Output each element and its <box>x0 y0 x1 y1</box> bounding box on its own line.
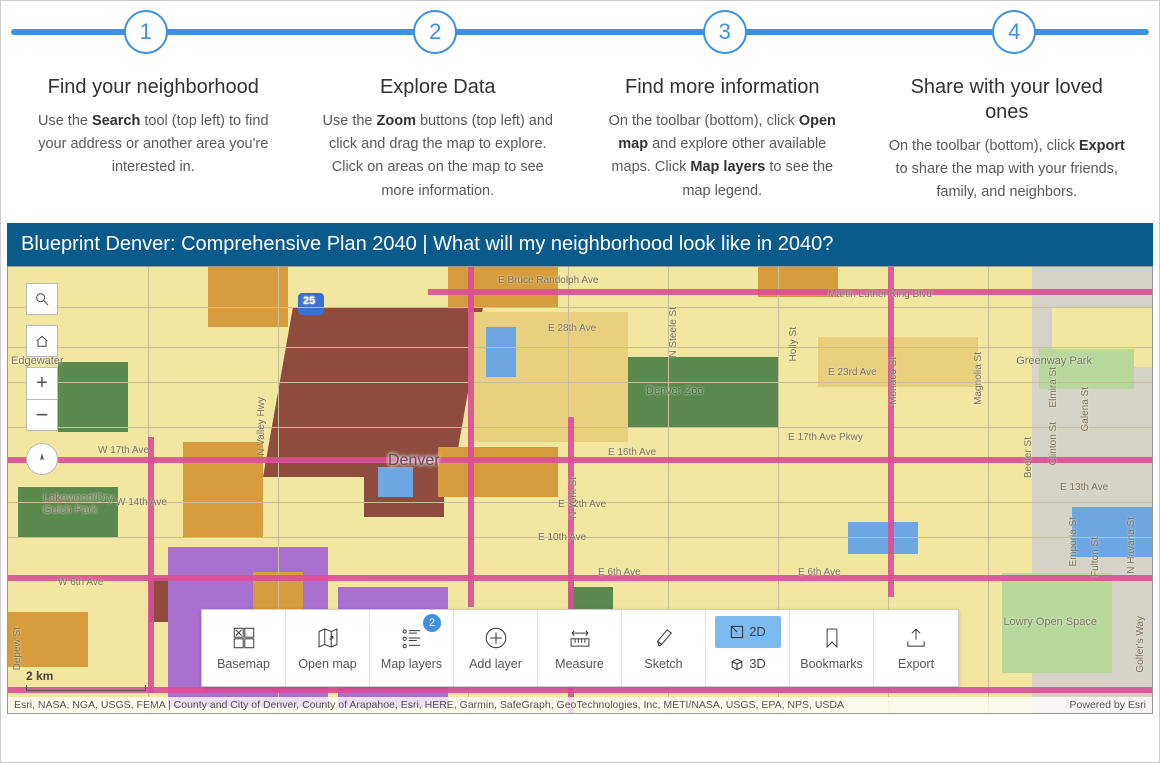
step-1-desc: Use the Search tool (top left) to find y… <box>33 110 274 180</box>
view-3d-button[interactable]: 3D <box>715 648 781 680</box>
street-e6w: E 6th Ave <box>598 567 641 578</box>
street-mlk: Martin Luther King Blvd <box>828 289 932 300</box>
street-fulton: Fulton St <box>1090 537 1101 577</box>
add-layer-button[interactable]: Add layer <box>454 610 538 686</box>
home-button[interactable] <box>26 325 58 357</box>
add-layer-icon <box>483 625 509 651</box>
step-3-title: Find more information <box>602 75 843 100</box>
view-2d-button[interactable]: 2D <box>715 616 781 648</box>
street-york: N York St <box>568 477 579 519</box>
square-icon <box>729 624 745 640</box>
street-e13: E 13th Ave <box>1060 482 1108 493</box>
map-layers-label: Map layers <box>381 657 442 671</box>
map-layers-icon <box>399 625 425 651</box>
park-label-zoo: Denver Zoo <box>646 385 703 397</box>
step-circle-3: 3 <box>703 10 747 54</box>
street-magnolia: Magnolia St <box>973 352 984 405</box>
neighborhood-lowry: Lowry Open Space <box>1003 616 1097 628</box>
map-title-bar: Blueprint Denver: Comprehensive Plan 204… <box>7 223 1153 266</box>
search-button[interactable] <box>26 283 58 315</box>
step-2-title: Explore Data <box>318 75 559 100</box>
zoom-in-button[interactable]: + <box>26 367 58 399</box>
view-mode-group: 2D 3D <box>706 610 790 686</box>
open-map-button[interactable]: Open map <box>286 610 370 686</box>
street-emporia: Emporia St <box>1068 517 1079 566</box>
powered-by: Powered by Esri <box>1070 699 1146 711</box>
basemap-button[interactable]: Basemap <box>202 610 286 686</box>
street-elmira: Elmira St <box>1048 367 1059 408</box>
street-e17pkwy: E 17th Ave Pkwy <box>788 432 863 443</box>
step-2-desc: Use the Zoom buttons (top left) and clic… <box>318 110 559 203</box>
export-button[interactable]: Export <box>874 610 958 686</box>
street-e10: E 10th Ave <box>538 532 586 543</box>
scale-label: 2 km <box>26 669 53 683</box>
street-beeler: Beeler St <box>1023 437 1034 478</box>
open-map-label: Open map <box>298 657 356 671</box>
street-e6: E 6th Ave <box>798 567 841 578</box>
map-layers-badge: 2 <box>423 614 441 632</box>
view-3d-label: 3D <box>749 656 766 671</box>
street-e16: E 16th Ave <box>608 447 656 458</box>
search-icon <box>34 291 50 307</box>
step-4-title: Share with your loved ones <box>887 75 1128 125</box>
street-w14: W 14th Ave <box>116 497 167 508</box>
street-e28: E 28th Ave <box>548 323 596 334</box>
step-circle-1: 1 <box>124 10 168 54</box>
basemap-label: Basemap <box>217 657 270 671</box>
compass-button[interactable] <box>26 443 58 475</box>
bookmark-icon <box>819 625 845 651</box>
map-toolbar: Basemap Open map 2 Map layers Add layer … <box>201 609 959 687</box>
step-4-desc: On the toolbar (bottom), click Export to… <box>887 135 1128 205</box>
zoom-out-button[interactable]: − <box>26 399 58 431</box>
street-w6: W 6th Ave <box>58 577 103 588</box>
map-canvas[interactable]: Denver Denver Zoo Edgewater Lakewood/Dry… <box>7 266 1153 714</box>
city-label: Denver <box>388 452 440 470</box>
open-map-icon <box>315 625 341 651</box>
street-galena: Galena St <box>1080 387 1091 431</box>
export-label: Export <box>898 657 934 671</box>
street-depew: Depew St <box>12 627 23 670</box>
sketch-label: Sketch <box>644 657 682 671</box>
bookmarks-button[interactable]: Bookmarks <box>790 610 874 686</box>
street-e23: E 23rd Ave <box>828 367 877 378</box>
step-1-title: Find your neighborhood <box>33 75 274 100</box>
street-e12: E 12th Ave <box>558 499 606 510</box>
street-monaco: Monaco St <box>888 357 899 405</box>
map-layers-button[interactable]: 2 Map layers <box>370 610 454 686</box>
stepper: 1 2 3 4 <box>1 1 1159 61</box>
compass-icon <box>34 451 50 467</box>
street-holly: Holly St <box>788 327 799 361</box>
street-bruce-randolph: E Bruce Randolph Ave <box>498 275 598 286</box>
street-valley: N Valley Hwy <box>256 397 267 456</box>
view-2d-label: 2D <box>749 624 766 639</box>
sketch-icon <box>651 625 677 651</box>
step-3-desc: On the toolbar (bottom), click Open map … <box>602 110 843 203</box>
highway-shield-i25: 25 <box>303 295 315 307</box>
step-circle-2: 2 <box>413 10 457 54</box>
attribution-bar: Esri, NASA, NGA, USGS, FEMA | County and… <box>8 697 1152 713</box>
attribution-text: Esri, NASA, NGA, USGS, FEMA | County and… <box>14 699 844 711</box>
step-circle-4: 4 <box>992 10 1036 54</box>
bookmarks-label: Bookmarks <box>800 657 863 671</box>
basemap-icon <box>231 625 257 651</box>
street-w17: W 17th Ave <box>98 445 149 456</box>
street-steele: N Steele St <box>668 307 679 358</box>
street-havana: N Havana St <box>1126 517 1137 574</box>
measure-icon <box>567 625 593 651</box>
street-golfers: Golfer's Way <box>1135 616 1146 673</box>
measure-label: Measure <box>555 657 604 671</box>
cube-icon <box>729 656 745 672</box>
measure-button[interactable]: Measure <box>538 610 622 686</box>
neighborhood-greenway: Greenway Park <box>1016 355 1092 367</box>
export-icon <box>903 625 929 651</box>
street-clinton: Clinton St <box>1048 422 1059 465</box>
sketch-button[interactable]: Sketch <box>622 610 706 686</box>
home-icon <box>34 333 50 349</box>
step-descriptions: Find your neighborhood Use the Search to… <box>1 61 1159 219</box>
add-layer-label: Add layer <box>469 657 522 671</box>
scale-bar <box>26 685 146 691</box>
